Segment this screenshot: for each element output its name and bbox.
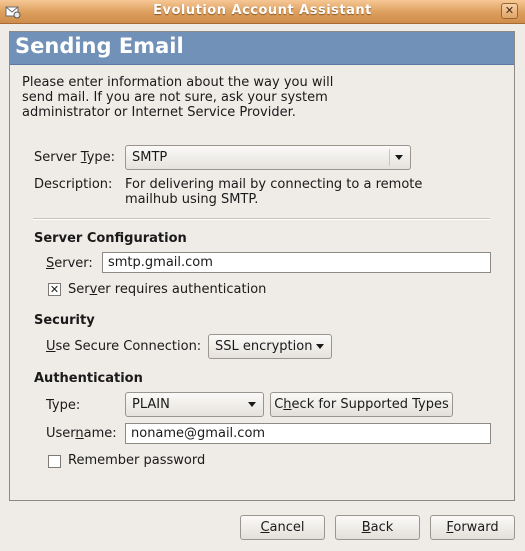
close-button[interactable]: ✕: [501, 3, 518, 19]
secure-connection-select[interactable]: SSL encryption: [208, 334, 332, 359]
page-title: Sending Email: [15, 34, 184, 58]
page-header: Sending Email: [10, 32, 514, 65]
check-supported-types-button[interactable]: Check for Supported Types: [270, 392, 453, 417]
username-label: Username:: [46, 426, 117, 441]
authentication-heading: Authentication: [34, 371, 143, 386]
secure-connection-value: SSL encryption: [215, 339, 313, 354]
remember-password-checkbox[interactable]: [48, 455, 61, 468]
server-label: Server:: [46, 256, 93, 271]
chevron-down-icon: [243, 396, 259, 413]
back-button[interactable]: Back: [335, 515, 420, 540]
security-heading: Security: [34, 313, 95, 328]
auth-required-checkbox[interactable]: ✕: [48, 283, 61, 296]
window-titlebar[interactable]: Evolution Account Assistant ✕: [0, 0, 525, 24]
close-icon: ✕: [504, 4, 515, 17]
server-type-label: Server Type:: [34, 150, 116, 165]
description-line-1: For delivering mail by connecting to a r…: [125, 177, 423, 192]
checkmark-icon: ✕: [49, 283, 60, 296]
auth-required-label[interactable]: Server requires authentication: [68, 282, 266, 297]
intro-text: Please enter information about the way y…: [22, 75, 334, 120]
server-config-heading: Server Configuration: [34, 231, 187, 246]
server-type-select[interactable]: SMTP: [125, 145, 411, 170]
remember-password-label[interactable]: Remember password: [68, 453, 205, 468]
forward-button[interactable]: Forward: [430, 515, 515, 540]
auth-type-select[interactable]: PLAIN: [125, 392, 264, 417]
window-title: Evolution Account Assistant: [153, 3, 372, 18]
auth-type-label: Type:: [46, 398, 81, 413]
server-input[interactable]: smtp.gmail.com: [102, 252, 491, 273]
description-label: Description:: [34, 177, 113, 192]
chevron-down-icon: [311, 338, 327, 355]
separator: [33, 218, 490, 220]
cancel-button[interactable]: Cancel: [240, 515, 325, 540]
chevron-down-icon: [389, 149, 406, 166]
description-line-2: mailhub using SMTP.: [125, 192, 259, 207]
secure-connection-label: Use Secure Connection:: [46, 339, 202, 354]
username-input[interactable]: noname@gmail.com: [125, 423, 491, 444]
auth-type-value: PLAIN: [132, 397, 170, 412]
server-type-value: SMTP: [132, 150, 168, 165]
